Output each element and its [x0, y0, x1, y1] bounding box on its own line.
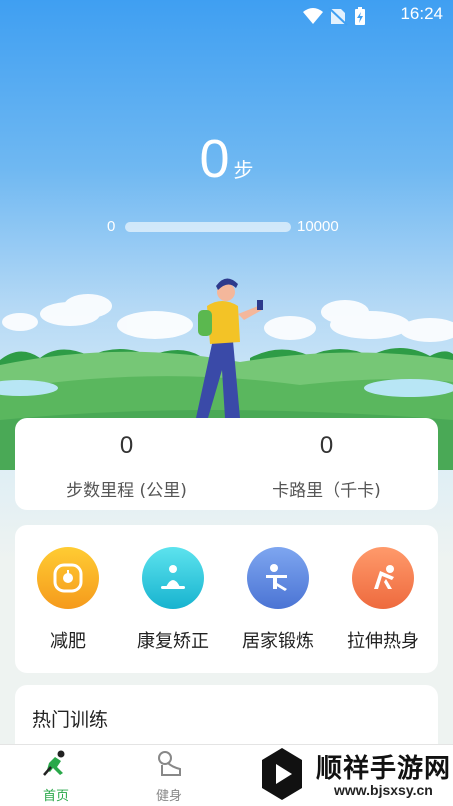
progress-max: 10000 [297, 218, 339, 235]
feature-label: 居家锻炼 [242, 631, 314, 652]
status-bar: 16:24 [0, 0, 453, 32]
meditation-icon [142, 547, 204, 609]
exercise-icon [247, 547, 309, 609]
progress-min: 0 [107, 218, 116, 235]
watermark-title: 顺祥手游网 [316, 754, 452, 784]
distance-label: 步数里程 (公里) [66, 481, 187, 501]
calorie-label: 卡路里（千卡) [272, 481, 381, 501]
watermark-logo [262, 748, 302, 800]
running-icon [43, 750, 65, 776]
status-time: 16:24 [400, 4, 443, 23]
watermark: 顺祥手游网 www.bjsxsy.cn [258, 742, 453, 806]
distance-value: 0 [119, 432, 134, 459]
feature-stretch[interactable]: 拉伸热身 [338, 547, 428, 653]
scale-icon [37, 547, 99, 609]
hot-training-title: 热门训练 [32, 709, 109, 731]
feature-home-workout[interactable]: 居家锻炼 [233, 547, 323, 653]
battery-icon [355, 7, 365, 25]
feature-weight-loss[interactable]: 减肥 [23, 547, 113, 653]
distance-stat: 0 步数里程 (公里) [21, 432, 232, 501]
status-icons [303, 7, 365, 26]
no-sim-icon [328, 7, 348, 26]
nav-label: 首页 [42, 789, 69, 804]
step-counter: 0步 [0, 128, 453, 190]
stats-card: 0 步数里程 (公里) 0 卡路里（千卡) [15, 418, 438, 510]
calorie-stat: 0 卡路里（千卡) [221, 432, 432, 501]
watermark-url: www.bjsxsy.cn [334, 782, 433, 798]
nav-home[interactable]: 首页 [21, 749, 91, 804]
wifi-icon [303, 8, 323, 24]
calorie-value: 0 [319, 432, 334, 459]
feature-label: 减肥 [50, 631, 86, 652]
feature-label: 康复矫正 [137, 631, 209, 652]
features-card: 减肥 康复矫正 居家锻炼 拉伸热身 [15, 525, 438, 673]
progress-track [125, 222, 291, 232]
feature-rehab[interactable]: 康复矫正 [128, 547, 218, 653]
nav-label: 健身 [155, 789, 182, 804]
stretch-icon [352, 547, 414, 609]
fitness-icon [158, 751, 181, 776]
feature-label: 拉伸热身 [347, 631, 419, 652]
step-progress: 0 10000 [0, 218, 453, 238]
step-unit: 步 [233, 158, 254, 182]
nav-fitness[interactable]: 健身 [134, 749, 204, 804]
step-number: 0 [199, 129, 230, 189]
